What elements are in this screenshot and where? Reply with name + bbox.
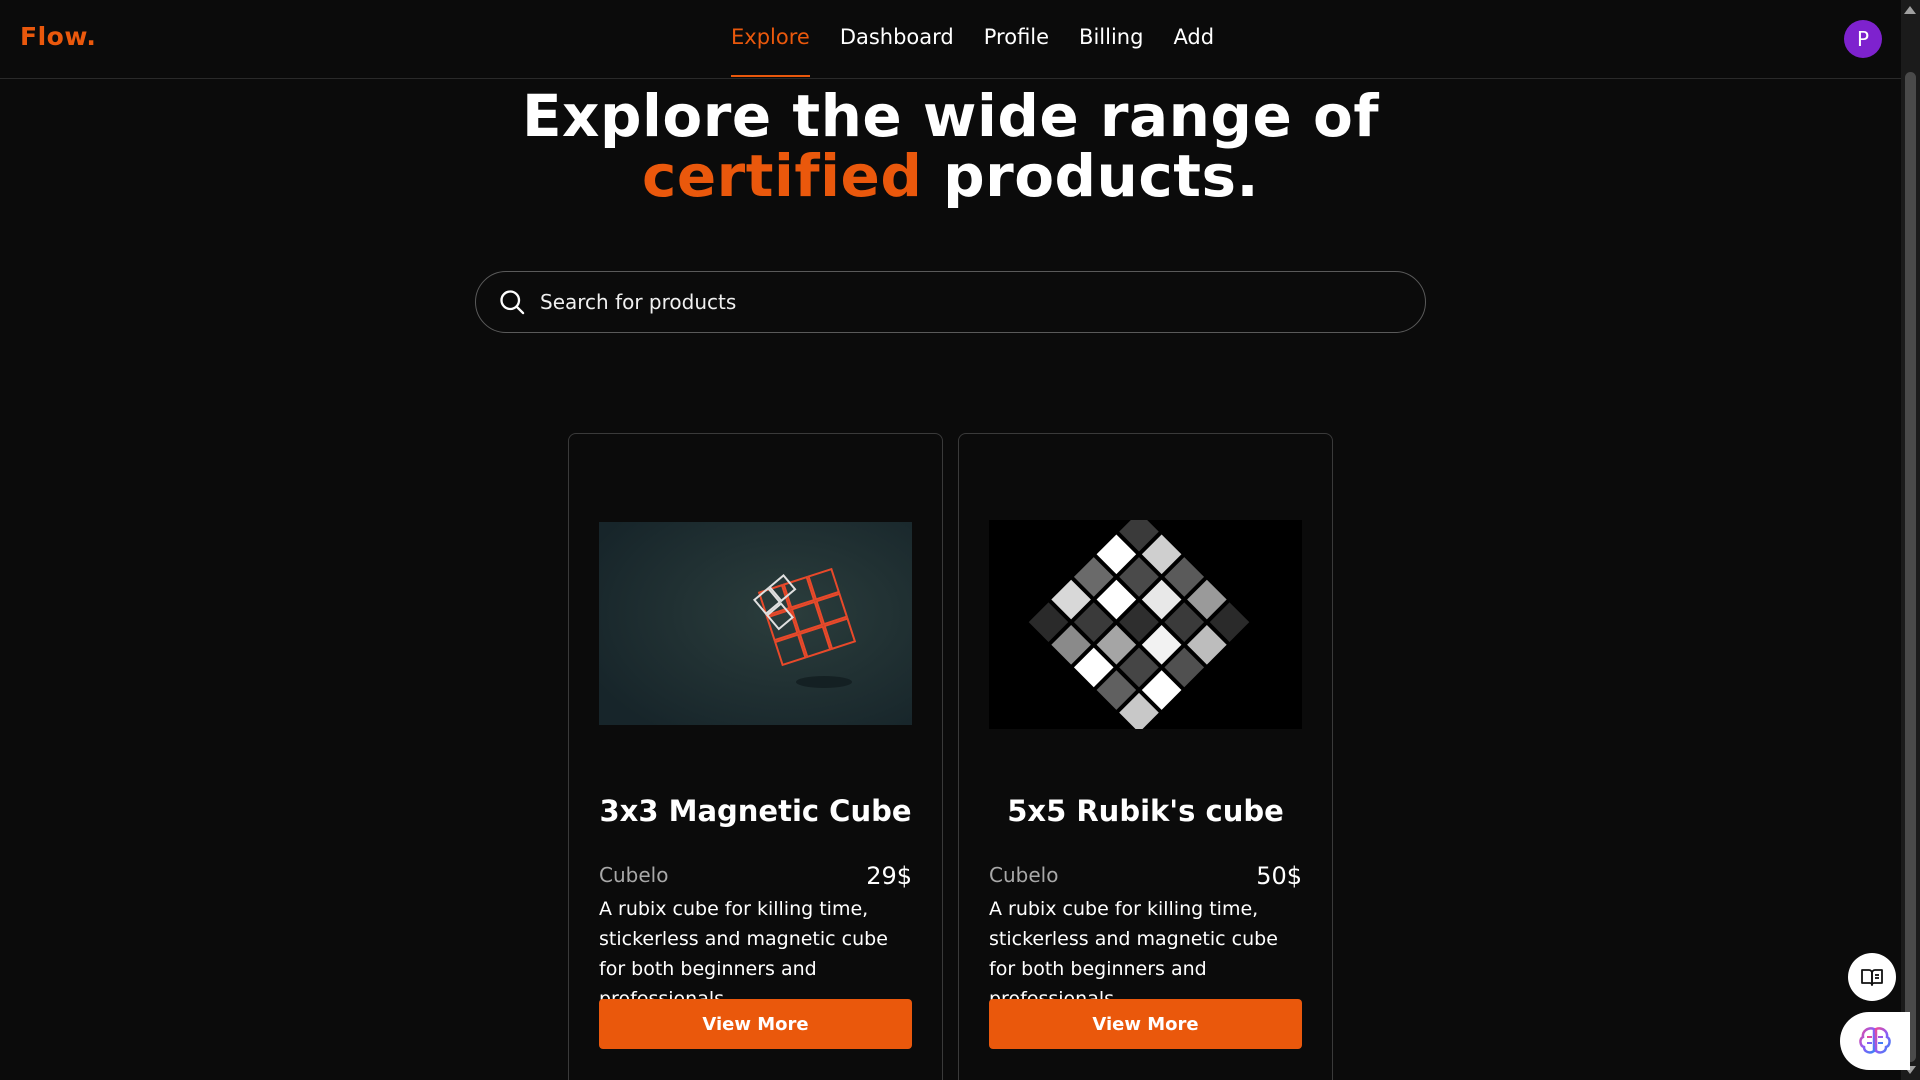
nav-link-dashboard[interactable]: Dashboard [840,25,954,49]
product-image[interactable] [599,522,912,725]
product-card: 5x5 Rubik's cube Cubelo 50$ A rubix cube… [958,433,1333,1080]
view-more-button[interactable]: View More [599,999,912,1049]
product-price: 50$ [1256,862,1302,890]
logo[interactable]: Flow. [20,22,96,51]
search-bar[interactable] [475,271,1426,333]
product-description: A rubix cube for killing time, stickerle… [989,898,1278,1010]
scroll-thumb[interactable] [1905,72,1916,1062]
nav-link-profile[interactable]: Profile [984,25,1049,49]
hero-line-2-rest: products. [922,142,1260,210]
product-price: 29$ [866,862,912,890]
hero-accent-word: certified [641,142,923,210]
search-input[interactable] [540,290,1425,314]
nav-link-add[interactable]: Add [1173,25,1214,49]
search-icon [500,290,525,315]
product-card: 3x3 Magnetic Cube Cubelo 29$ A rubix cub… [568,433,943,1080]
product-description: A rubix cube for killing time, stickerle… [599,898,888,1010]
brain-icon [1859,1027,1891,1054]
product-brand: Cubelo [599,863,669,887]
product-title: 5x5 Rubik's cube [1007,794,1284,828]
assistant-button[interactable] [1840,1012,1910,1070]
product-brand: Cubelo [989,863,1059,887]
nav-link-billing[interactable]: Billing [1079,25,1143,49]
book-open-icon [1861,969,1883,986]
nav-links: Explore Dashboard Profile Billing Add [731,25,1214,77]
avatar[interactable]: P [1844,20,1882,58]
hero-line-2: certified products. [0,146,1901,206]
product-image[interactable] [989,520,1302,729]
page-scrollbar[interactable] [1901,0,1920,1080]
top-navbar: Flow. Explore Dashboard Profile Billing … [0,0,1901,79]
rubiks-cube-image [989,520,1302,729]
scroll-up-arrow-icon[interactable] [1904,6,1916,14]
product-title: 3x3 Magnetic Cube [599,794,912,828]
hero-line-1: Explore the wide range of [521,82,1380,150]
reader-mode-button[interactable] [1848,953,1896,1001]
magnetic-cube-image [599,522,912,725]
nav-link-explore[interactable]: Explore [731,25,810,77]
view-more-button[interactable]: View More [989,999,1302,1049]
hero-heading: Explore the wide range of certified prod… [0,86,1901,206]
